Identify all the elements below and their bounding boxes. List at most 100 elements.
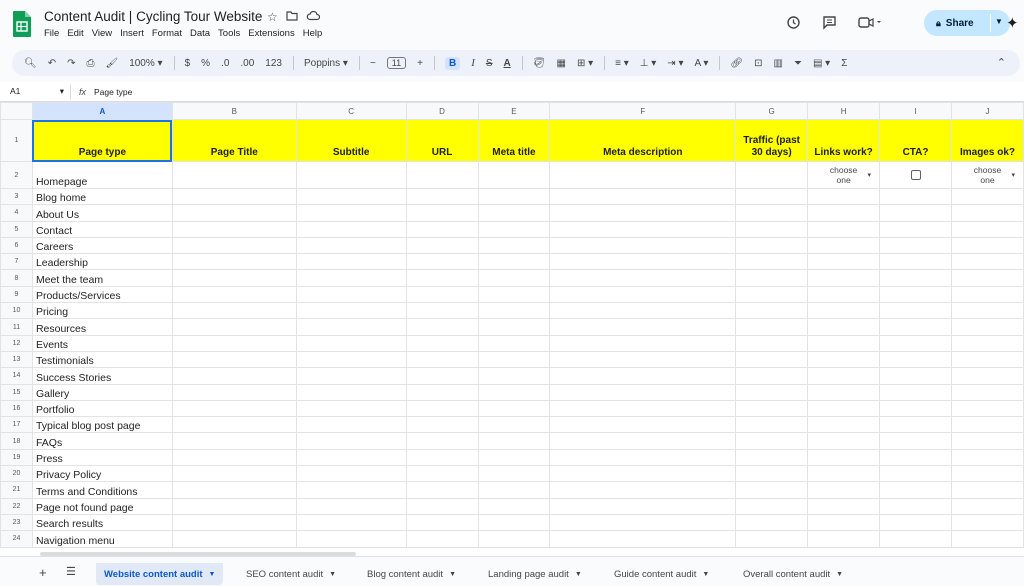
row-number[interactable]: 6 xyxy=(0,236,33,255)
table-cell[interactable] xyxy=(950,302,1024,320)
table-cell[interactable] xyxy=(549,220,737,238)
table-cell[interactable] xyxy=(549,334,737,352)
table-cell[interactable] xyxy=(477,530,551,548)
table-cell[interactable] xyxy=(735,285,809,304)
table-cell[interactable] xyxy=(879,253,952,271)
table-cell[interactable] xyxy=(171,253,297,271)
move-folder-icon[interactable] xyxy=(286,10,298,24)
table-cell[interactable] xyxy=(171,350,297,369)
table-cell[interactable] xyxy=(549,367,737,385)
table-cell[interactable] xyxy=(807,269,881,287)
table-cell[interactable] xyxy=(950,513,1024,532)
table-cell[interactable] xyxy=(807,481,881,499)
menu-file[interactable]: File xyxy=(44,28,63,39)
table-cell[interactable] xyxy=(171,204,297,222)
table-cell[interactable] xyxy=(735,481,809,499)
row-number[interactable]: 16 xyxy=(0,399,33,418)
table-cell[interactable] xyxy=(807,334,881,352)
header-cell-links-work[interactable]: Links work? xyxy=(807,119,881,162)
table-cell[interactable] xyxy=(807,448,881,467)
table-cell[interactable] xyxy=(735,465,809,483)
table-cell[interactable] xyxy=(735,448,809,467)
table-cell[interactable] xyxy=(549,161,737,189)
table-cell[interactable] xyxy=(950,497,1024,515)
table-cell[interactable] xyxy=(950,334,1024,352)
table-cell[interactable] xyxy=(405,334,479,352)
links-work-dropdown[interactable]: choose one ▾ xyxy=(807,161,881,189)
row-number[interactable]: 8 xyxy=(0,269,33,287)
table-cell[interactable] xyxy=(807,530,881,548)
menu-view[interactable]: View xyxy=(88,28,116,39)
table-cell[interactable] xyxy=(171,416,297,434)
table-cell[interactable] xyxy=(549,187,737,206)
print-icon[interactable]: ⎙ xyxy=(86,58,94,69)
table-cell[interactable] xyxy=(950,448,1024,467)
table-cell[interactable] xyxy=(405,416,479,434)
column-header-e[interactable]: E xyxy=(477,102,551,120)
table-cell[interactable] xyxy=(549,383,737,401)
table-cell[interactable] xyxy=(735,432,809,450)
row-number[interactable]: 21 xyxy=(0,481,33,499)
bold-button[interactable]: B xyxy=(444,56,461,70)
table-cell[interactable] xyxy=(477,497,551,515)
table-cell[interactable] xyxy=(549,399,737,418)
column-header-b[interactable]: B xyxy=(171,102,297,120)
table-cell[interactable] xyxy=(295,383,407,401)
italic-button[interactable]: I xyxy=(471,57,475,69)
header-cell-meta-title[interactable]: Meta title xyxy=(477,119,551,162)
table-cell[interactable] xyxy=(950,204,1024,222)
comments-icon[interactable] xyxy=(822,15,837,33)
table-cell[interactable] xyxy=(735,530,809,548)
table-cell[interactable] xyxy=(879,236,952,255)
select-all-corner[interactable] xyxy=(0,102,33,120)
sheet-tab-overall-content-audit[interactable]: Overall content audit ▼ xyxy=(735,563,851,585)
row-number[interactable]: 23 xyxy=(0,513,33,532)
row-number[interactable]: 9 xyxy=(0,285,33,304)
table-cell[interactable] xyxy=(807,220,881,238)
table-cell[interactable] xyxy=(950,220,1024,238)
table-cell[interactable] xyxy=(171,530,297,548)
table-cell[interactable] xyxy=(171,285,297,304)
version-history-icon[interactable] xyxy=(786,15,801,33)
table-cell[interactable] xyxy=(477,513,551,532)
table-cell[interactable] xyxy=(735,416,809,434)
table-cell[interactable] xyxy=(950,236,1024,255)
table-cell[interactable] xyxy=(295,350,407,369)
menu-edit[interactable]: Edit xyxy=(63,28,87,39)
decrease-decimal-button[interactable]: .0 xyxy=(221,58,229,69)
table-cell[interactable] xyxy=(171,161,297,189)
table-cell[interactable] xyxy=(807,399,881,418)
sheet-tab-blog-content-audit[interactable]: Blog content audit ▼ xyxy=(359,563,464,585)
table-cell[interactable] xyxy=(807,383,881,401)
text-rotation-icon[interactable]: A ▾ xyxy=(694,58,708,69)
table-cell[interactable] xyxy=(735,367,809,385)
merge-cells-icon[interactable]: ⊞ ▾ xyxy=(577,58,593,69)
filter-views-icon[interactable]: ▤ ▾ xyxy=(813,58,830,69)
row-number[interactable]: 20 xyxy=(0,465,33,483)
table-cell[interactable] xyxy=(879,204,952,222)
table-cell[interactable] xyxy=(405,432,479,450)
table-cell[interactable] xyxy=(477,318,551,336)
table-cell[interactable] xyxy=(405,236,479,255)
page-type-cell[interactable]: Leadership xyxy=(31,253,173,271)
row-number[interactable]: 13 xyxy=(0,350,33,369)
row-number[interactable]: 18 xyxy=(0,432,33,450)
table-cell[interactable] xyxy=(477,236,551,255)
table-cell[interactable] xyxy=(295,285,407,304)
menu-insert[interactable]: Insert xyxy=(116,28,148,39)
table-cell[interactable] xyxy=(405,161,479,189)
column-header-g[interactable]: G xyxy=(735,102,809,120)
table-cell[interactable] xyxy=(549,416,737,434)
table-cell[interactable] xyxy=(405,530,479,548)
collapse-toolbar-icon[interactable]: ⌃ xyxy=(997,56,1006,69)
row-number[interactable]: 19 xyxy=(0,448,33,467)
page-type-cell[interactable]: Events xyxy=(31,334,173,352)
table-cell[interactable] xyxy=(879,334,952,352)
table-cell[interactable] xyxy=(735,220,809,238)
all-sheets-icon[interactable]: ☰ xyxy=(66,565,76,578)
page-type-cell[interactable]: Testimonials xyxy=(31,350,173,369)
page-type-cell[interactable]: Privacy Policy xyxy=(31,465,173,483)
table-cell[interactable] xyxy=(295,399,407,418)
page-type-cell[interactable]: Search results xyxy=(31,513,173,532)
table-cell[interactable] xyxy=(735,399,809,418)
